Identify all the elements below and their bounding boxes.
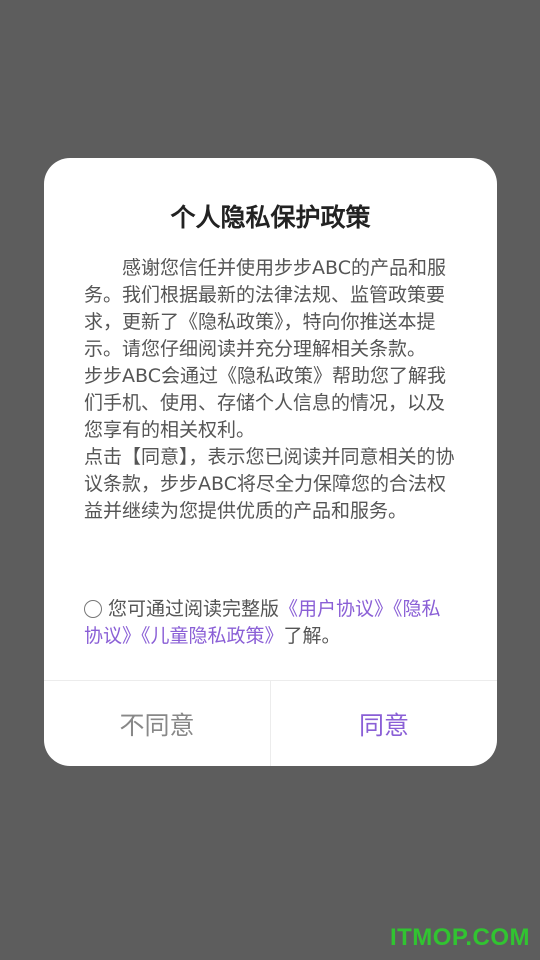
policy-paragraph-info: 步步ABC会通过《隐私政策》帮助您了解我们手机、使用、存储个人信息的情况，以及您… — [84, 365, 446, 441]
dialog-button-row: 不同意 同意 — [44, 680, 497, 766]
agreement-line: 您可通过阅读完整版《用户协议》《隐私协议》《儿童隐私政策》了解。 — [84, 596, 459, 650]
dialog-title: 个人隐私保护政策 — [170, 203, 371, 232]
privacy-policy-dialog: 个人隐私保护政策 感谢您信任并使用步步ABC的产品和服务。我们根据最新的法律法规… — [44, 158, 497, 766]
agreement-prefix: 您可通过阅读完整版 — [108, 598, 280, 620]
agree-radio-button[interactable] — [84, 600, 102, 618]
disagree-button[interactable]: 不同意 — [44, 681, 271, 766]
policy-paragraph-intro: 感谢您信任并使用步步ABC的产品和服务。我们根据最新的法律法规、监管政策要求，更… — [84, 257, 446, 360]
site-watermark: ITMOP.COM — [389, 924, 530, 951]
agreement-suffix: 了解。 — [283, 625, 341, 647]
policy-paragraph-consent: 点击【同意】，表示您已阅读并同意相关的协议条款，步步ABC将尽全力保障您的合法权… — [84, 446, 455, 522]
agree-button[interactable]: 同意 — [271, 681, 497, 766]
child-privacy-policy-link[interactable]: 《儿童隐私政策》 — [141, 625, 284, 647]
dialog-body: 感谢您信任并使用步步ABC的产品和服务。我们根据最新的法律法规、监管政策要求，更… — [84, 255, 459, 525]
user-agreement-link[interactable]: 《用户协议》 — [279, 598, 393, 620]
